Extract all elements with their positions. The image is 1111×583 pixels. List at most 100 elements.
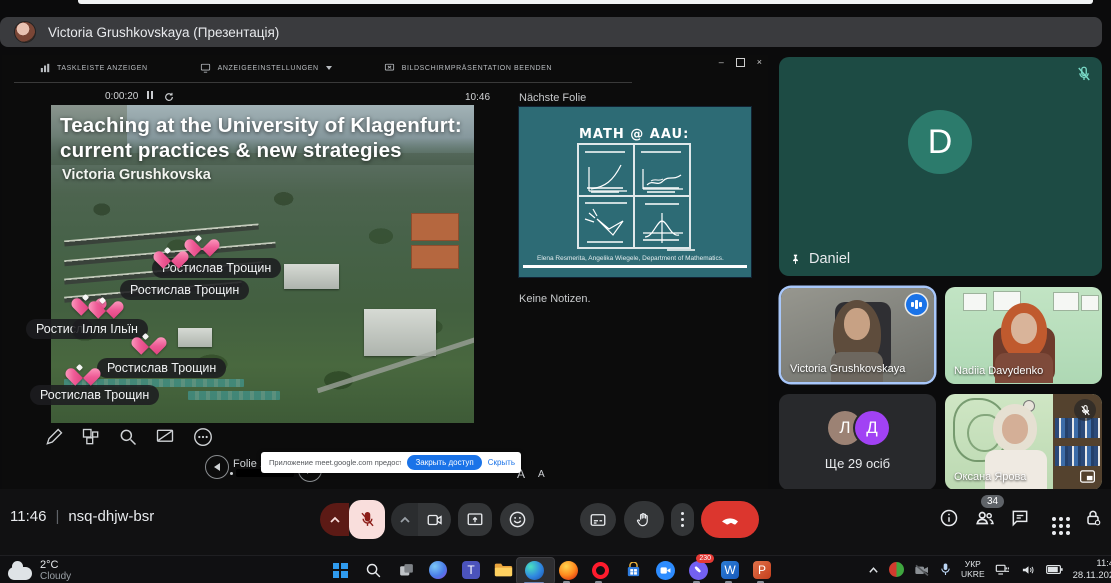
tray-expand-icon[interactable] — [868, 566, 879, 574]
tray-camera-off-icon[interactable] — [914, 563, 930, 577]
chat-icon — [1010, 508, 1030, 528]
campus-building — [364, 309, 436, 357]
wave-sketch — [635, 209, 689, 249]
edge-icon — [525, 561, 544, 580]
toolbar-label: TASKLEISTE ANZEIGEN — [57, 65, 148, 72]
thumb-small-note — [667, 249, 695, 251]
pin-icon — [789, 253, 802, 266]
chat-button[interactable] — [1007, 505, 1033, 531]
tray-time: 11:46 — [1073, 558, 1111, 570]
viber-button[interactable]: 230 — [686, 558, 710, 582]
tray-sync-icon[interactable] — [889, 562, 904, 577]
more-participants-tile[interactable]: Л Д Ще 29 осіб — [779, 394, 936, 490]
show-people-button[interactable] — [971, 505, 999, 531]
minimize-button[interactable]: – — [719, 57, 724, 67]
nav-dot — [230, 472, 233, 475]
tennis-courts — [411, 213, 460, 240]
weather-desc: Cloudy — [40, 571, 71, 582]
meeting-details-button[interactable] — [936, 505, 962, 531]
phone-down-icon — [718, 508, 742, 532]
close-button[interactable]: × — [757, 57, 762, 67]
restart-timer-icon[interactable] — [164, 92, 174, 102]
heart-reaction-icon — [160, 244, 182, 264]
notes-text: Keine Notizen. — [519, 293, 591, 305]
maximize-button[interactable] — [736, 58, 745, 67]
weather-widget[interactable]: 2°C Cloudy — [8, 559, 71, 582]
font-decrease-button[interactable]: A — [538, 469, 545, 480]
slide-title: Teaching at the University of Klagenfurt… — [60, 113, 462, 163]
firefox-button[interactable] — [556, 558, 580, 582]
shared-screen: TASKLEISTE ANZEIGEN ANZEIGEEINSTELLUNGEN… — [2, 55, 768, 489]
store-icon — [625, 562, 642, 579]
more-options-button[interactable] — [671, 503, 694, 536]
person-face — [844, 308, 870, 340]
screen-share-notification: Приложение meet.google.com предоставило … — [261, 452, 521, 473]
participant-tile-oksana[interactable]: Оксана Ярова — [945, 394, 1102, 490]
campus-building — [284, 264, 339, 289]
meeting-info: 11:46 | nsq-dhjw-bsr — [10, 508, 154, 525]
present-screen-button[interactable] — [458, 503, 492, 536]
powerpoint-button[interactable]: P — [750, 558, 774, 582]
sketch-crowd-graph — [634, 144, 690, 196]
mic-toggle-button[interactable] — [349, 500, 385, 539]
zoom-button[interactable] — [653, 558, 677, 582]
end-call-button[interactable] — [701, 501, 759, 538]
tray-mic-icon[interactable] — [940, 562, 951, 577]
teams-button[interactable]: T — [459, 558, 483, 582]
picture-in-picture-icon[interactable] — [1080, 470, 1095, 483]
volume-icon[interactable] — [1021, 563, 1036, 577]
black-screen-icon[interactable] — [155, 427, 175, 447]
zoom-slide-icon[interactable] — [118, 427, 138, 447]
slide-link-highlight[interactable] — [188, 391, 280, 400]
teams-icon: T — [462, 561, 480, 579]
edge-button[interactable] — [522, 558, 546, 582]
reactions-button[interactable] — [500, 503, 534, 536]
pen-tool-icon[interactable] — [44, 427, 64, 447]
wall-frame — [1053, 292, 1079, 311]
system-tray: УКР UKRE 11:46 28.11.2025 — [868, 558, 1111, 582]
meet-control-bar: 11:46 | nsq-dhjw-bsr — [0, 489, 1111, 555]
heart-reaction-icon — [191, 232, 213, 252]
search-button[interactable] — [361, 558, 385, 582]
copilot-button[interactable] — [426, 558, 450, 582]
participant-tile-daniel[interactable]: D Daniel — [779, 57, 1102, 276]
end-slideshow-button[interactable]: BILDSCHIRMPRÄSENTATION BEENDEN — [384, 63, 552, 73]
word-button[interactable]: W — [718, 558, 742, 582]
display-settings-button[interactable]: ANZEIGEEINSTELLUNGEN — [200, 63, 332, 73]
previous-slide-button[interactable] — [205, 455, 229, 479]
pause-icon[interactable] — [147, 91, 155, 102]
hide-notification-link[interactable]: Скрыть — [488, 458, 515, 467]
activities-button[interactable] — [1041, 506, 1067, 532]
tray-clock[interactable]: 11:46 28.11.2025 — [1073, 558, 1111, 582]
participant-tile-victoria[interactable]: Victoria Grushkovskaya — [781, 288, 934, 382]
viber-badge: 230 — [696, 554, 714, 563]
raise-hand-button[interactable] — [624, 501, 664, 538]
mic-options-chevron[interactable] — [320, 503, 349, 536]
participant-tile-nadiia[interactable]: Nadiia Davydenko — [945, 287, 1102, 384]
mic-off-icon — [1075, 65, 1093, 83]
host-controls-button[interactable] — [1080, 505, 1106, 531]
more-tools-icon[interactable] — [192, 426, 214, 448]
next-slide-thumbnail[interactable]: MATH @ AAU: — [519, 107, 751, 277]
ms-store-button[interactable] — [621, 558, 645, 582]
start-button[interactable] — [328, 558, 352, 582]
camera-toggle-button[interactable] — [418, 503, 451, 536]
copilot-icon — [429, 561, 447, 579]
taskbar-show-button[interactable]: TASKLEISTE ANZEIGEN — [40, 63, 148, 73]
file-explorer-button[interactable] — [491, 558, 515, 582]
powerpoint-icon: P — [753, 561, 771, 579]
heart-reaction-icon — [138, 330, 160, 350]
task-view-icon — [398, 562, 415, 579]
captions-button[interactable] — [580, 503, 616, 536]
windows-logo-icon — [333, 563, 348, 578]
all-slides-icon[interactable] — [81, 427, 101, 447]
stop-sharing-button[interactable]: Закрыть доступ — [407, 455, 481, 470]
task-view-button[interactable] — [394, 558, 418, 582]
slide-title-line1: Teaching at the University of Klagenfurt… — [60, 113, 462, 138]
network-icon[interactable] — [995, 563, 1011, 577]
camera-options-chevron[interactable] — [391, 503, 418, 536]
viber-icon — [689, 561, 708, 580]
language-indicator[interactable]: УКР UKRE — [961, 560, 985, 580]
battery-icon[interactable] — [1046, 563, 1063, 576]
opera-button[interactable] — [588, 558, 612, 582]
